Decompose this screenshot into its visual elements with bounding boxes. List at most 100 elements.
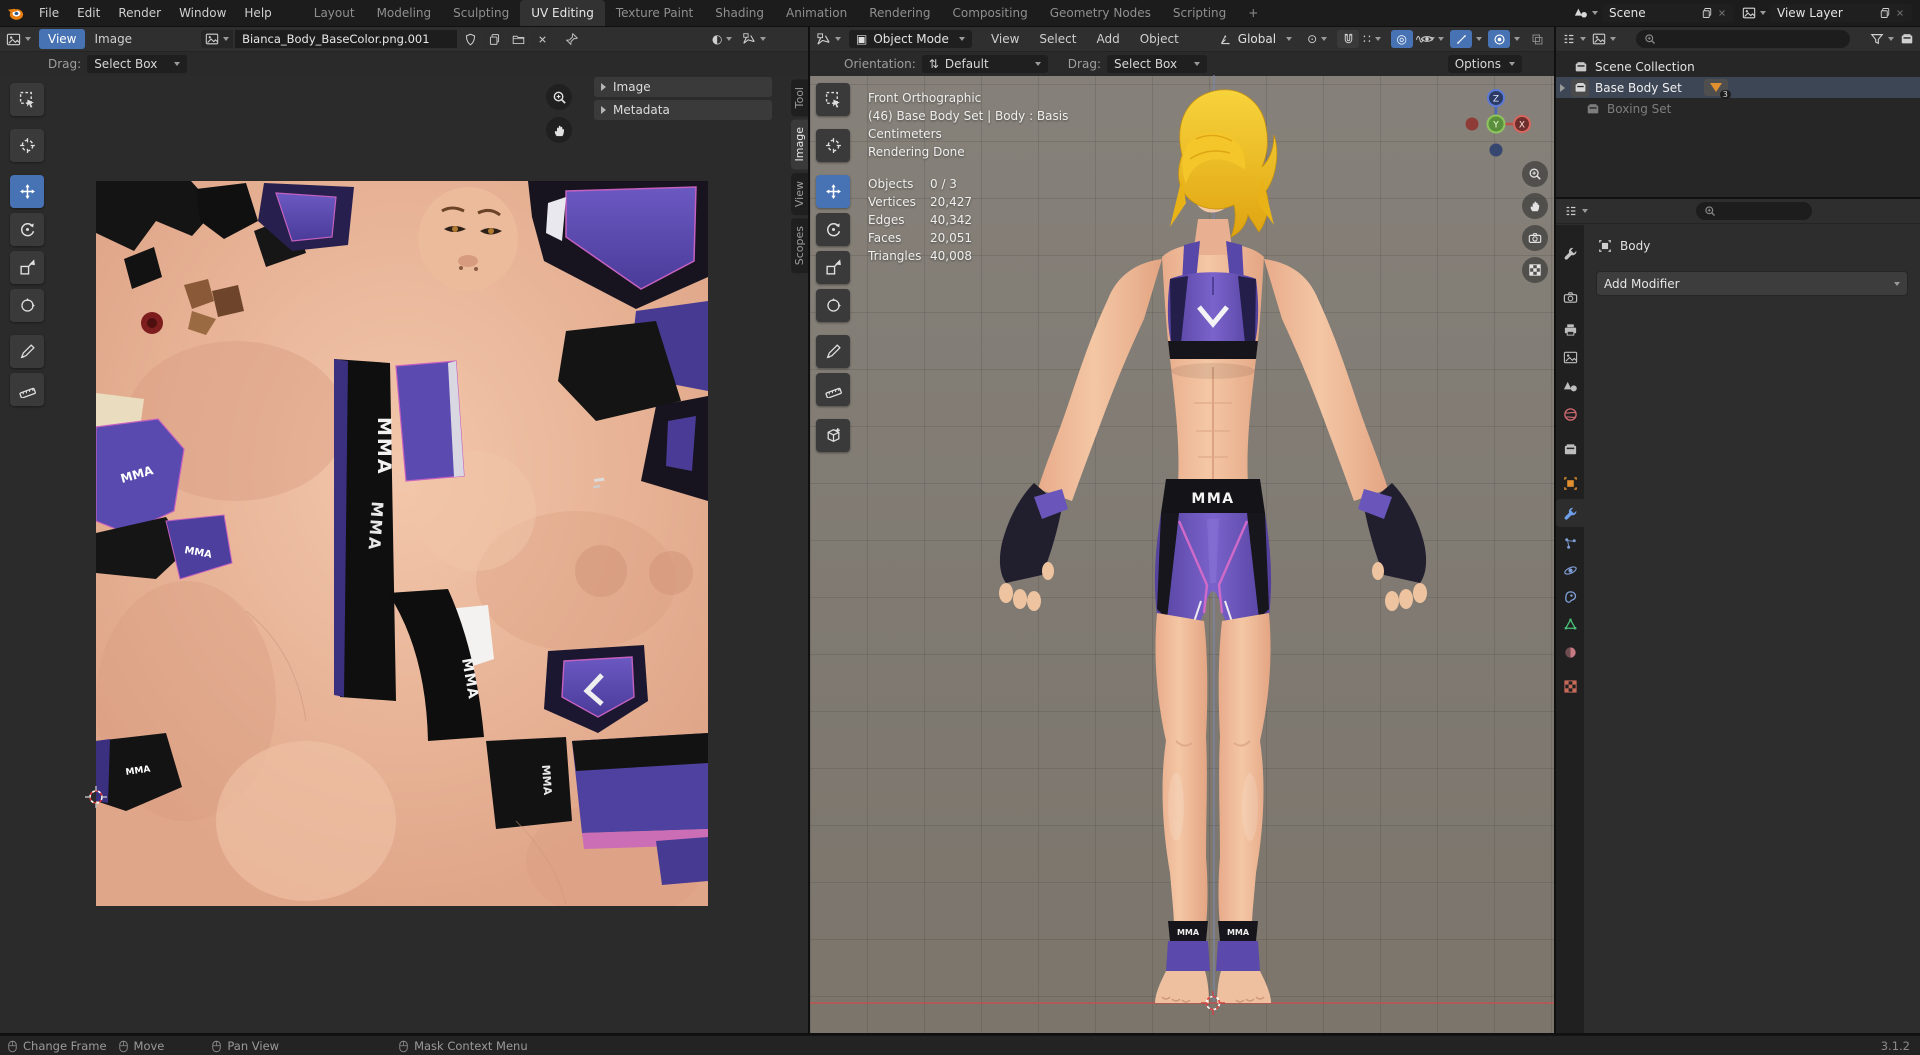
uv-canvas[interactable]: MMA MMA MMA MMA MMA MMA MMA [85,181,708,906]
vp-tool-cursor[interactable] [816,129,850,162]
new-scene-icon[interactable] [1701,7,1713,19]
vp-tool-scale[interactable] [816,251,850,284]
vp-camera-view-button[interactable] [1522,225,1548,251]
delete-view-layer-icon[interactable] [1895,8,1905,18]
new-collection-icon[interactable] [1900,32,1914,46]
pin-icon[interactable] [565,32,579,46]
add-modifier-dropdown[interactable]: Add Modifier [1596,271,1908,296]
outliner-filter-icon[interactable] [1870,32,1894,46]
blender-logo-icon[interactable] [0,4,30,23]
props-tab-object-data[interactable] [1556,610,1584,638]
props-tab-constraints[interactable] [1556,583,1584,611]
view-layer-icon[interactable] [1742,6,1766,20]
image-settings-icon[interactable] [742,32,767,46]
properties-search-input[interactable] [1696,202,1812,220]
uv-sidebar-tab-view[interactable]: View [791,172,808,215]
uv-tool-scale[interactable] [10,251,44,284]
uv-sidebar-tab-tool[interactable]: Tool [791,79,808,117]
uv-2d-cursor[interactable] [85,786,107,808]
panel-image-header[interactable]: Image [594,77,772,97]
uv-tool-2d-cursor[interactable] [10,129,44,162]
props-tab-view-layer[interactable] [1556,343,1584,371]
navigation-gizmo[interactable]: Z X Y [1458,86,1534,162]
action-badge[interactable]: 3 [1703,79,1731,99]
uv-tool-select-box[interactable] [10,83,44,116]
tab-compositing[interactable]: Compositing [941,0,1038,26]
menu-render[interactable]: Render [109,3,170,23]
props-tab-modifiers[interactable] [1556,499,1584,527]
tab-layout[interactable]: Layout [303,0,366,26]
props-tab-object[interactable] [1556,469,1584,497]
outliner-row-boxing-set[interactable]: Boxing Set [1556,98,1920,119]
props-tab-output[interactable] [1556,315,1584,343]
uv-menu-image[interactable]: Image [85,29,141,49]
show-overlays-icon[interactable] [1488,30,1510,48]
tab-shading[interactable]: Shading [704,0,775,26]
menu-file[interactable]: File [30,3,68,23]
tab-sculpting[interactable]: Sculpting [442,0,520,26]
menu-window[interactable]: Window [170,3,235,23]
tab-texture-paint[interactable]: Texture Paint [605,0,704,26]
uv-drag-select[interactable]: Select Box [87,55,188,73]
delete-scene-icon[interactable] [1717,8,1727,18]
uv-sidebar-tab-scopes[interactable]: Scopes [791,217,808,274]
tab-geometry-nodes[interactable]: Geometry Nodes [1039,0,1162,26]
pack-image-icon[interactable] [507,30,530,48]
unlink-image-icon[interactable] [531,30,554,48]
uv-tool-sample[interactable] [10,373,44,406]
visibility-icon[interactable] [1420,32,1444,46]
scene-name-field[interactable]: Scene [1602,4,1734,22]
props-tab-material[interactable] [1556,638,1584,666]
uv-tool-annotate[interactable] [10,335,44,368]
vp-pan-button[interactable] [1522,193,1548,219]
editor-type-image-icon[interactable] [6,32,31,47]
image-name-field[interactable]: Bianca_Body_BaseColor.png.001 [235,30,458,48]
uv-tool-move[interactable] [10,175,44,208]
properties-editor-type-icon[interactable] [1564,204,1588,218]
uv-menu-view[interactable]: View [39,29,86,49]
vp-persp-ortho-button[interactable] [1522,257,1548,283]
vp-tool-annotate[interactable] [816,335,850,368]
uv-tool-rotate[interactable] [10,213,44,246]
vp-tool-transform[interactable] [816,289,850,322]
new-view-layer-icon[interactable] [1879,7,1891,19]
add-workspace-button[interactable]: + [1237,0,1269,26]
vp-tool-select-box[interactable] [816,83,850,116]
outliner-filter-mode-icon[interactable] [1592,32,1616,46]
uv-zoom-button[interactable] [546,84,572,110]
scene-icon[interactable] [1574,6,1598,20]
new-image-icon[interactable] [483,30,506,48]
image-browse-icon[interactable] [201,30,234,48]
props-tab-physics[interactable] [1556,556,1584,584]
props-tab-world[interactable] [1556,400,1584,428]
show-gizmo-icon[interactable] [1450,30,1472,48]
props-tab-scene[interactable] [1556,372,1584,400]
uv-tool-transform[interactable] [10,289,44,322]
tab-animation[interactable]: Animation [775,0,858,26]
tab-uv-editing[interactable]: UV Editing [520,0,605,26]
tab-scripting[interactable]: Scripting [1162,0,1237,26]
uv-sidebar-tab-image[interactable]: Image [791,119,808,170]
uv-pan-button[interactable] [546,117,572,143]
props-tab-render[interactable] [1556,283,1584,311]
vp-tool-add-cube[interactable] [816,419,850,452]
panel-metadata-header[interactable]: Metadata [594,100,772,120]
outliner-search-input[interactable] [1636,30,1850,48]
outliner-display-mode-icon[interactable] [1562,32,1586,46]
props-tab-tool[interactable] [1556,239,1584,267]
view-layer-field[interactable]: View Layer [1770,4,1912,22]
vp-zoom-button[interactable] [1522,161,1548,187]
vp-options[interactable]: Options [1447,55,1522,73]
tab-modeling[interactable]: Modeling [366,0,443,26]
xray-toggle-icon[interactable] [1526,30,1548,48]
menu-edit[interactable]: Edit [68,3,109,23]
expand-arrow-icon[interactable] [1560,83,1565,92]
outliner-row-base-body-set[interactable]: Base Body Set 3 [1556,77,1920,99]
outliner-row-scene-collection[interactable]: Scene Collection [1556,56,1920,77]
props-tab-collection[interactable] [1556,435,1584,463]
menu-help[interactable]: Help [235,3,280,23]
vp-tool-move[interactable] [816,175,850,208]
vp-tool-measure[interactable] [816,373,850,406]
tab-rendering[interactable]: Rendering [858,0,941,26]
props-tab-particles[interactable] [1556,529,1584,557]
